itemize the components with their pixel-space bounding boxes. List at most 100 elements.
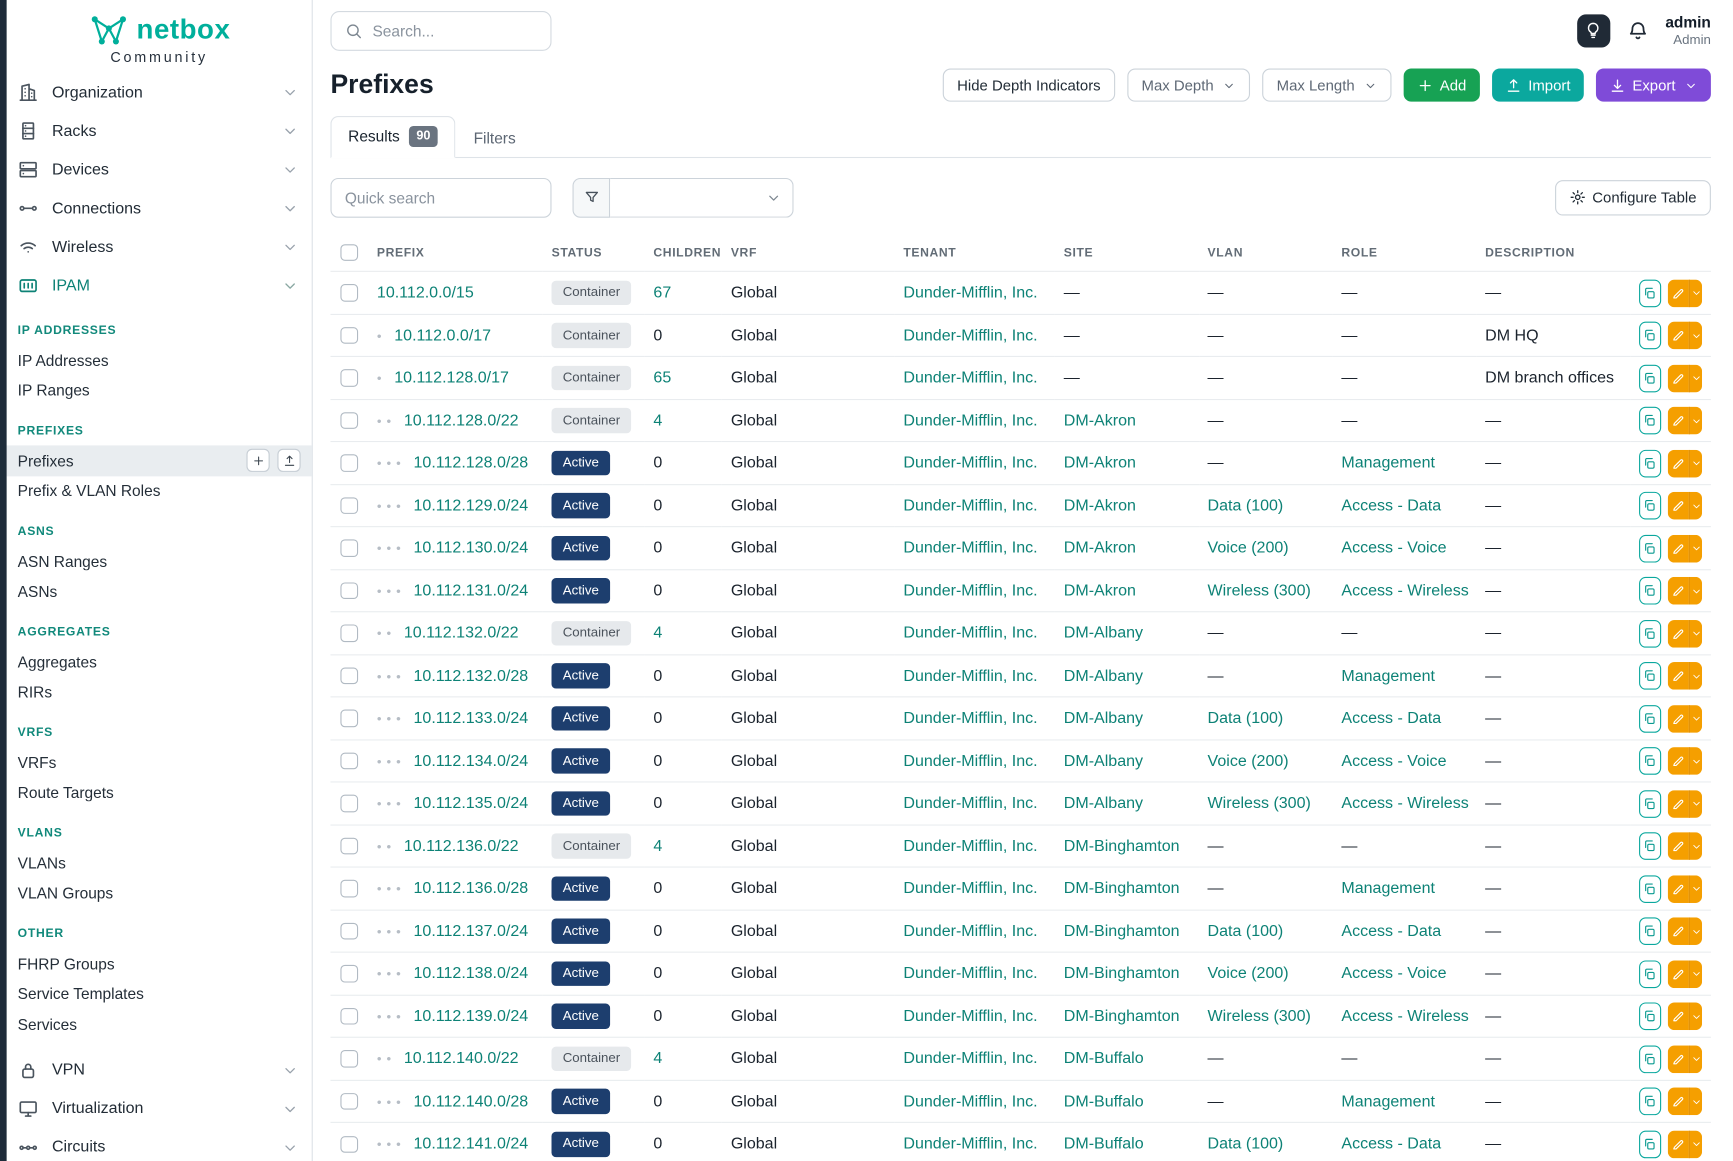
sidebar-item-rirs[interactable]: RIRs [7,677,312,707]
row-checkbox[interactable] [340,582,357,599]
edit-dropdown-toggle[interactable] [1689,1002,1702,1030]
quick-import-button[interactable] [277,449,300,472]
vlan-link[interactable]: Wireless (300) [1208,1007,1311,1025]
quick-search-input[interactable] [330,178,551,218]
sidebar-group-vpn[interactable]: VPN [7,1051,312,1090]
copy-button[interactable] [1639,1088,1661,1116]
quick-plus-button[interactable] [246,449,269,472]
vlan-link[interactable]: Wireless (300) [1208,795,1311,813]
prefix-link[interactable]: 10.112.128.0/22 [404,412,519,430]
copy-button[interactable] [1639,1130,1661,1158]
sidebar-group-organization[interactable]: Organization [7,73,312,112]
tab-results[interactable]: Results 90 [330,116,455,158]
row-checkbox[interactable] [340,668,357,685]
copy-button[interactable] [1639,1002,1661,1030]
sidebar-group-virtualization[interactable]: Virtualization [7,1089,312,1128]
site-link[interactable]: DM-Binghamton [1064,965,1180,983]
sidebar-group-racks[interactable]: Racks [7,112,312,151]
vlan-link[interactable]: Data (100) [1208,922,1284,940]
site-link[interactable]: DM-Binghamton [1064,922,1180,940]
sidebar-group-circuits[interactable]: Circuits [7,1128,312,1161]
vlan-link[interactable]: Data (100) [1208,710,1284,728]
prefix-link[interactable]: 10.112.135.0/24 [413,795,528,813]
children-count-link[interactable]: 65 [653,369,671,387]
copy-button[interactable] [1639,875,1661,903]
import-button[interactable]: Import [1492,69,1584,102]
export-dropdown[interactable]: Export [1596,69,1711,102]
edit-button[interactable] [1668,790,1689,818]
tenant-link[interactable]: Dunder-Mifflin, Inc. [903,880,1037,898]
site-link[interactable]: DM-Albany [1064,710,1143,728]
row-checkbox[interactable] [340,923,357,940]
prefix-link[interactable]: 10.112.132.0/28 [413,667,528,685]
edit-dropdown-toggle[interactable] [1689,832,1702,860]
site-link[interactable]: DM-Albany [1064,667,1143,685]
edit-dropdown-toggle[interactable] [1689,577,1702,605]
copy-button[interactable] [1639,917,1661,945]
site-link[interactable]: DM-Binghamton [1064,837,1180,855]
user-menu[interactable]: admin Admin [1665,13,1711,47]
tenant-link[interactable]: Dunder-Mifflin, Inc. [903,710,1037,728]
edit-button[interactable] [1668,917,1689,945]
filter-button[interactable] [573,178,611,218]
tenant-link[interactable]: Dunder-Mifflin, Inc. [903,1135,1037,1153]
prefix-link[interactable]: 10.112.140.0/22 [404,1050,519,1068]
edit-button[interactable] [1668,875,1689,903]
max-depth-dropdown[interactable]: Max Depth [1127,69,1250,102]
configure-table-button[interactable]: Configure Table [1555,180,1711,215]
site-link[interactable]: DM-Akron [1064,582,1136,600]
tenant-link[interactable]: Dunder-Mifflin, Inc. [903,965,1037,983]
prefix-link[interactable]: 10.112.128.0/17 [394,369,509,387]
tenant-link[interactable]: Dunder-Mifflin, Inc. [903,625,1037,643]
site-link[interactable]: DM-Albany [1064,625,1143,643]
copy-button[interactable] [1639,364,1661,392]
copy-button[interactable] [1639,747,1661,775]
edit-dropdown-toggle[interactable] [1689,790,1702,818]
edit-button[interactable] [1668,322,1689,350]
role-link[interactable]: Management [1341,454,1435,472]
site-link[interactable]: DM-Akron [1064,412,1136,430]
row-checkbox[interactable] [340,1008,357,1025]
copy-button[interactable] [1639,1045,1661,1073]
prefix-link[interactable]: 10.112.136.0/28 [413,880,528,898]
column-header-role[interactable]: ROLE [1333,233,1477,272]
prefix-link[interactable]: 10.112.132.0/22 [404,625,519,643]
sidebar-item-route-targets[interactable]: Route Targets [7,778,312,808]
tenant-link[interactable]: Dunder-Mifflin, Inc. [903,1007,1037,1025]
tenant-link[interactable]: Dunder-Mifflin, Inc. [903,327,1037,345]
column-header-site[interactable]: SITE [1055,233,1199,272]
role-link[interactable]: Access - Wireless [1341,795,1468,813]
edit-dropdown-toggle[interactable] [1689,449,1702,477]
edit-button[interactable] [1668,960,1689,988]
tenant-link[interactable]: Dunder-Mifflin, Inc. [903,454,1037,472]
edit-button[interactable] [1668,1130,1689,1158]
role-link[interactable]: Access - Voice [1341,965,1446,983]
copy-button[interactable] [1639,449,1661,477]
prefix-link[interactable]: 10.112.134.0/24 [413,752,528,770]
row-checkbox[interactable] [340,710,357,727]
prefix-link[interactable]: 10.112.140.0/28 [413,1093,528,1111]
select-all-checkbox[interactable] [340,244,357,261]
row-checkbox[interactable] [340,285,357,302]
sidebar-item-aggregates[interactable]: Aggregates [7,647,312,677]
edit-dropdown-toggle[interactable] [1689,407,1702,435]
row-checkbox[interactable] [340,455,357,472]
role-link[interactable]: Access - Data [1341,710,1441,728]
edit-dropdown-toggle[interactable] [1689,1130,1702,1158]
edit-button[interactable] [1668,534,1689,562]
notifications-button[interactable] [1627,19,1649,41]
edit-button[interactable] [1668,1088,1689,1116]
edit-dropdown-toggle[interactable] [1689,620,1702,648]
column-header-description[interactable]: DESCRIPTION [1476,233,1630,272]
sidebar-item-ip-ranges[interactable]: IP Ranges [7,375,312,405]
row-checkbox[interactable] [340,965,357,982]
edit-dropdown-toggle[interactable] [1689,322,1702,350]
copy-button[interactable] [1639,577,1661,605]
add-button[interactable]: Add [1403,69,1479,102]
sidebar-item-fhrp-groups[interactable]: FHRP Groups [7,948,312,978]
row-checkbox[interactable] [340,795,357,812]
hide-depth-indicators-button[interactable]: Hide Depth Indicators [943,69,1115,102]
column-header-tenant[interactable]: TENANT [895,233,1055,272]
sidebar-item-prefixes[interactable]: Prefixes [7,445,312,475]
prefix-link[interactable]: 10.112.128.0/28 [413,454,528,472]
